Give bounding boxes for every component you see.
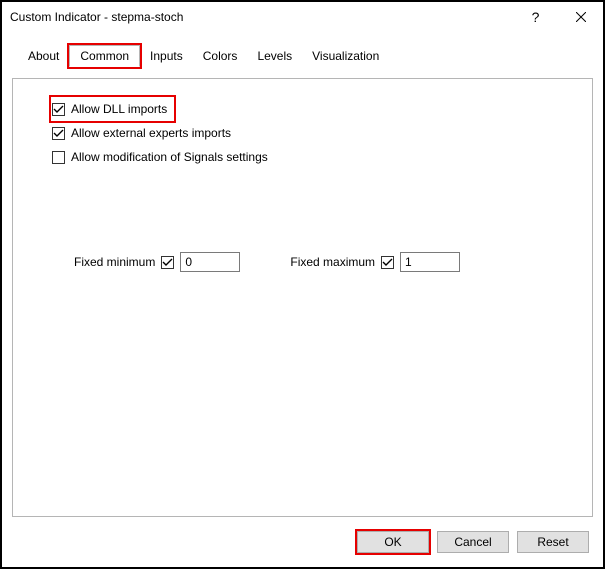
checkmark-icon [382, 257, 393, 268]
allow-external-row: Allow external experts imports [52, 122, 553, 144]
common-panel: Allow DLL imports Allow external experts… [12, 78, 593, 517]
tab-colors[interactable]: Colors [193, 46, 248, 66]
fixed-maximum-group: Fixed maximum [290, 252, 460, 272]
checkmark-icon [162, 257, 173, 268]
allow-signals-label: Allow modification of Signals settings [71, 150, 268, 164]
allow-signals-checkbox[interactable] [52, 151, 65, 164]
cancel-button[interactable]: Cancel [437, 531, 509, 553]
titlebar: Custom Indicator - stepma-stoch ? [2, 2, 603, 32]
reset-button[interactable]: Reset [517, 531, 589, 553]
reset-label: Reset [537, 535, 568, 549]
fixed-minimum-label: Fixed minimum [74, 255, 155, 269]
fixed-minimum-input[interactable] [180, 252, 240, 272]
cancel-label: Cancel [454, 535, 491, 549]
dialog-buttons: OK Cancel Reset [357, 531, 589, 553]
help-button[interactable]: ? [513, 3, 558, 31]
close-button[interactable] [558, 3, 603, 31]
close-icon [576, 12, 586, 22]
tab-levels[interactable]: Levels [247, 46, 302, 66]
allow-external-label: Allow external experts imports [71, 126, 231, 140]
tab-about[interactable]: About [18, 46, 69, 66]
tabstrip: About Common Inputs Colors Levels Visual… [2, 44, 603, 66]
help-icon: ? [532, 9, 540, 25]
fixed-maximum-checkbox[interactable] [381, 256, 394, 269]
window-title: Custom Indicator - stepma-stoch [10, 10, 513, 24]
dialog-window: Custom Indicator - stepma-stoch ? About … [0, 0, 605, 569]
checkmark-icon [53, 104, 64, 115]
allow-dll-label: Allow DLL imports [71, 102, 167, 116]
allow-dll-checkbox[interactable] [52, 103, 65, 116]
tab-visualization[interactable]: Visualization [302, 46, 389, 66]
ok-button[interactable]: OK [357, 531, 429, 553]
allow-external-checkbox[interactable] [52, 127, 65, 140]
fixed-maximum-input[interactable] [400, 252, 460, 272]
minmax-row: Fixed minimum Fixed maximum [74, 252, 553, 272]
allow-signals-row: Allow modification of Signals settings [52, 146, 553, 168]
fixed-maximum-label: Fixed maximum [290, 255, 375, 269]
ok-label: OK [384, 535, 401, 549]
tab-common[interactable]: Common [69, 45, 140, 67]
tab-inputs[interactable]: Inputs [140, 46, 193, 66]
fixed-minimum-group: Fixed minimum [74, 252, 240, 272]
checkmark-icon [53, 128, 64, 139]
allow-dll-row: Allow DLL imports [52, 98, 173, 120]
fixed-minimum-checkbox[interactable] [161, 256, 174, 269]
